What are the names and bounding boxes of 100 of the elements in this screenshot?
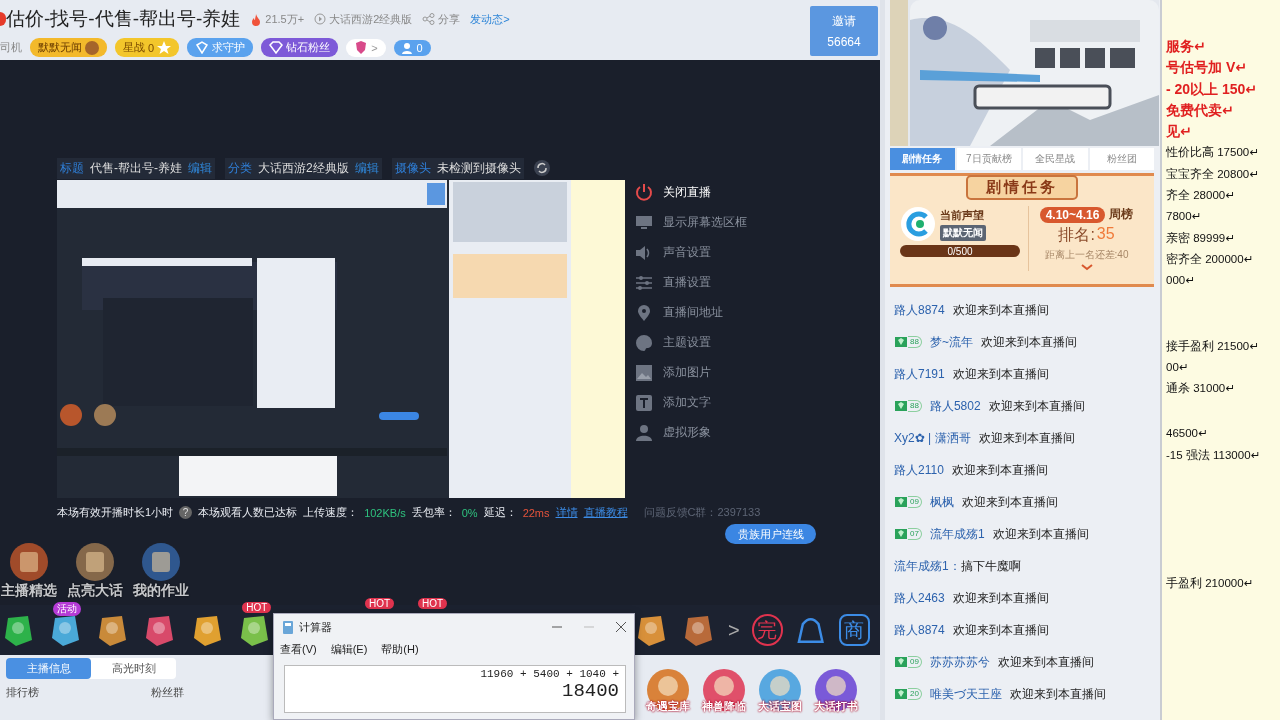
- help-icon[interactable]: ?: [179, 506, 193, 519]
- rank-name: 默默无闻: [940, 224, 986, 241]
- level-badge-icon: [894, 399, 908, 413]
- badge[interactable]: 星战 0: [115, 38, 180, 57]
- tag-label: HOT: [365, 598, 395, 609]
- edit-link[interactable]: 编辑: [185, 157, 215, 179]
- level-badge-icon: [894, 687, 908, 701]
- tab[interactable]: 7日贡献榜: [956, 148, 1021, 170]
- shield-icon: [195, 41, 210, 54]
- user-name[interactable]: 路人5802: [929, 397, 981, 415]
- menu-item[interactable]: 直播设置: [635, 272, 747, 293]
- panel-link[interactable]: 排行榜: [6, 685, 39, 700]
- stream-title: 估价-找号-代售-帮出号-养娃: [6, 7, 241, 31]
- tab[interactable]: 高光时刻: [91, 658, 176, 679]
- toolbar-icon[interactable]: 商: [838, 614, 870, 646]
- widget-icon[interactable]: [141, 542, 181, 582]
- gift-icon[interactable]: [96, 614, 129, 646]
- tab[interactable]: 粉丝团: [1089, 148, 1154, 170]
- share-link[interactable]: 分享: [438, 11, 461, 27]
- next-arrow[interactable]: >: [728, 618, 740, 642]
- menu-item[interactable]: 直播间地址: [635, 302, 747, 323]
- badge[interactable]: 默默无闻: [30, 38, 107, 57]
- gift-icon[interactable]: [682, 614, 715, 646]
- user-name[interactable]: 枫枫: [929, 493, 954, 511]
- document-line: 服务↵: [1166, 37, 1206, 56]
- tab[interactable]: 主播信息: [6, 658, 91, 679]
- field-label: 摄像头: [391, 157, 434, 179]
- user-name[interactable]: 苏苏苏苏兮: [929, 653, 990, 671]
- people-icon: [401, 41, 414, 54]
- level-badge-icon: [894, 335, 908, 349]
- level-number: 09: [908, 496, 922, 508]
- document-line: - 20以上 150↵: [1166, 79, 1258, 99]
- star-icon: [157, 40, 172, 55]
- gift-icon[interactable]: [143, 614, 176, 646]
- widget-label[interactable]: 点亮大话: [67, 582, 123, 600]
- chat-message: 搞下牛魔啊: [960, 557, 1021, 575]
- widget-label[interactable]: 主播精选: [1, 582, 57, 600]
- menu-item[interactable]: 显示屏幕选区框: [635, 212, 747, 233]
- level-number: 88: [908, 400, 922, 412]
- status-link[interactable]: 直播教程: [583, 505, 628, 520]
- invite-button[interactable]: 邀请 56664: [810, 6, 878, 56]
- widget-label[interactable]: 我的作业: [133, 582, 189, 600]
- chat-message: 欢迎来到本直播间: [961, 493, 1058, 511]
- user-name[interactable]: 流年成殇1: [929, 525, 985, 543]
- document-line: 通杀 31000↵: [1166, 381, 1235, 397]
- chevron-down-icon[interactable]: [1080, 264, 1093, 271]
- chat-message: 欢迎来到本直播间: [978, 429, 1075, 447]
- menu-item[interactable]: 帮助(H): [381, 642, 419, 657]
- document-line: -15 强法 113000↵: [1166, 447, 1261, 463]
- refresh-icon[interactable]: [533, 160, 550, 176]
- treasure-label[interactable]: 奇遇宝库: [646, 699, 690, 714]
- menu-item[interactable]: 添加图片: [635, 362, 747, 383]
- status-link[interactable]: 详情: [555, 505, 578, 520]
- toolbar-icon[interactable]: 完: [751, 614, 784, 646]
- chat-message: 欢迎来到本直播间: [951, 461, 1048, 479]
- user-name[interactable]: 唯美づ天王座: [929, 685, 1002, 703]
- edit-link[interactable]: 编辑: [351, 157, 382, 179]
- user-name[interactable]: 路人7191: [894, 365, 945, 383]
- badge[interactable]: >: [346, 38, 386, 57]
- tab[interactable]: 剧情任务: [890, 148, 955, 170]
- menu-item[interactable]: 添加文字: [635, 392, 747, 413]
- noble-connect-button[interactable]: 贵族用户连线: [725, 524, 816, 544]
- document-line: 性价比高 17500↵: [1166, 145, 1259, 161]
- user-name[interactable]: 路人2463: [894, 589, 945, 607]
- treasure-label[interactable]: 大话打书: [814, 699, 858, 714]
- user-name[interactable]: 流年成殇1：: [894, 557, 961, 575]
- status-value: 22ms: [522, 506, 550, 519]
- user-name[interactable]: 梦~流年: [929, 333, 973, 351]
- menu-item[interactable]: 查看(V): [280, 642, 317, 657]
- user-name[interactable]: 路人2110: [894, 461, 944, 479]
- user-name[interactable]: Xy2✿ | 潇洒哥: [894, 429, 971, 447]
- panel-link[interactable]: 粉丝群: [151, 685, 184, 700]
- diamond-icon: [269, 41, 284, 54]
- menu-item[interactable]: 关闭直播: [635, 182, 747, 203]
- widget-icon[interactable]: [9, 542, 49, 582]
- close-icon[interactable]: [616, 622, 626, 632]
- task-title: 剧情任务: [966, 175, 1078, 200]
- week-label: 周榜: [1109, 206, 1134, 223]
- menu-item[interactable]: 主题设置: [635, 332, 747, 353]
- menu-item[interactable]: 编辑(E): [330, 642, 368, 657]
- window-title: 计算器: [299, 619, 333, 635]
- tab[interactable]: 全民星战: [1023, 148, 1088, 170]
- menu-item[interactable]: 声音设置: [635, 242, 747, 263]
- menu-item[interactable]: 虚拟形象: [635, 422, 747, 443]
- field-value: 大话西游2经典版: [255, 157, 352, 179]
- user-name[interactable]: 路人8874: [894, 301, 945, 319]
- status-text: 上传速度：: [303, 505, 359, 520]
- treasure-label[interactable]: 神兽降临: [702, 699, 746, 714]
- document-line: 宝宝齐全 20800↵: [1166, 166, 1259, 182]
- chat-message: 欢迎来到本直播间: [1009, 685, 1106, 703]
- post-link[interactable]: 发动态>: [470, 11, 510, 27]
- field-value: 代售-帮出号-养娃: [87, 157, 185, 179]
- gift-icon[interactable]: [635, 614, 668, 646]
- chat-message: 欢迎来到本直播间: [992, 525, 1089, 543]
- rank-number: 35: [1096, 225, 1115, 244]
- user-name[interactable]: 路人8874: [894, 621, 945, 639]
- badge[interactable]: 钻石粉丝: [261, 38, 339, 57]
- play-icon: [314, 13, 327, 25]
- widget-icon[interactable]: [75, 542, 115, 582]
- popularity-count: 21.5万+: [265, 11, 305, 27]
